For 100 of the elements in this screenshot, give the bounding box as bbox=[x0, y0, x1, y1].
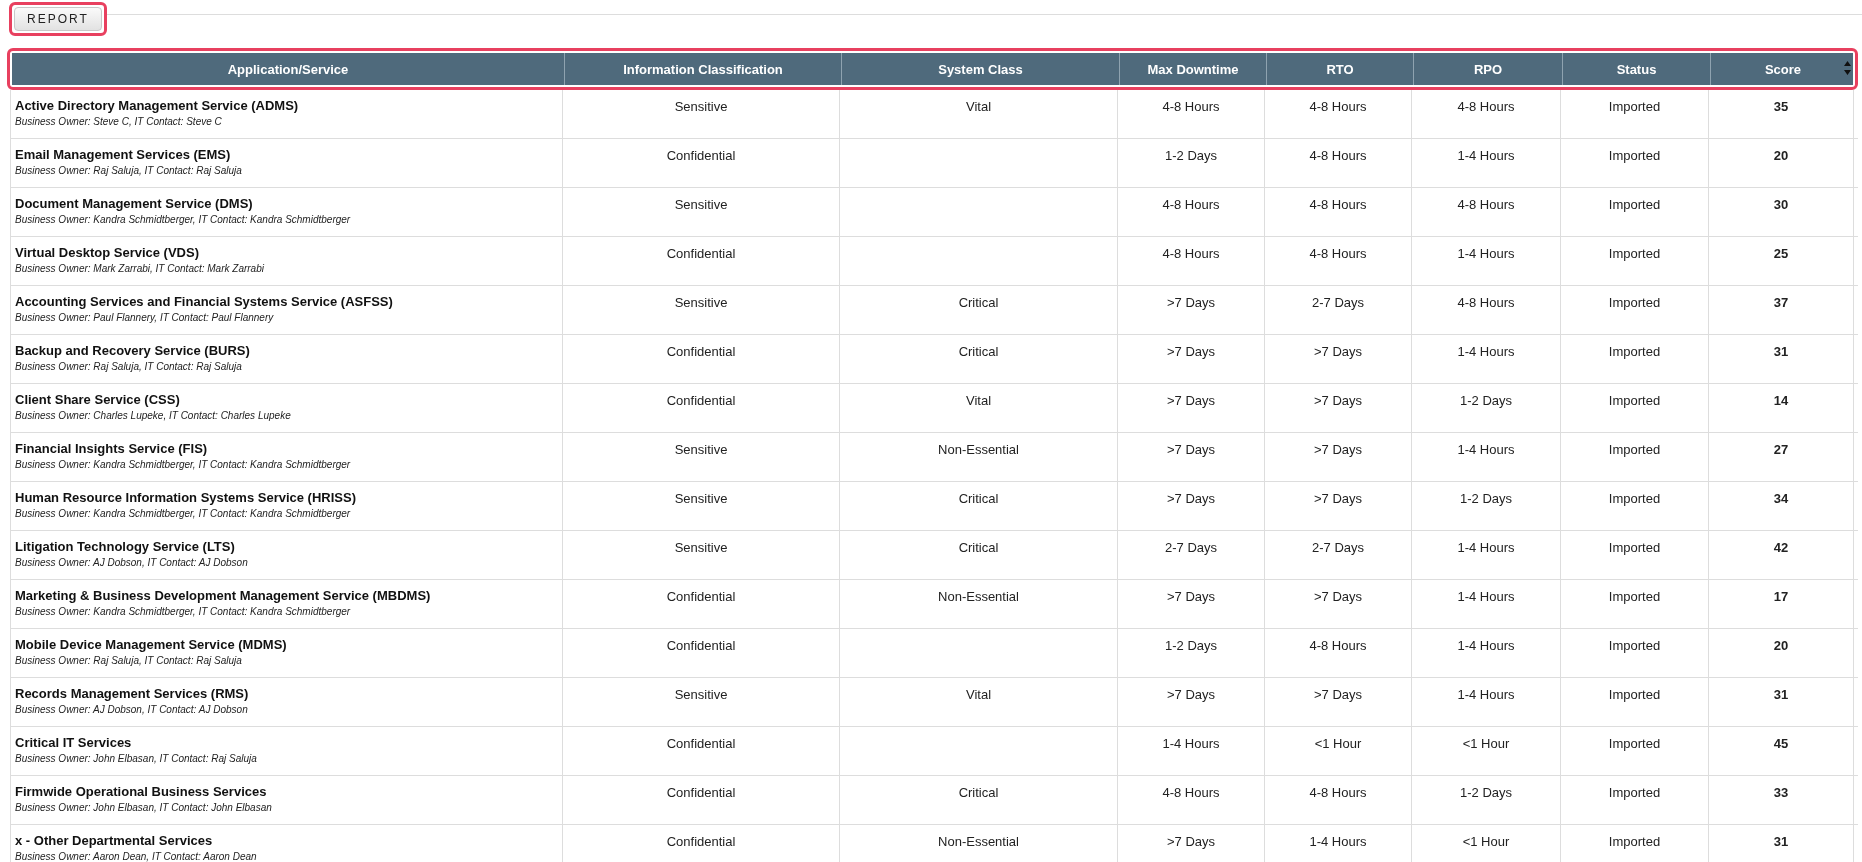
table-cell: Imported bbox=[1608, 687, 1661, 702]
table-cell: 4-8 Hours bbox=[1309, 638, 1367, 653]
table-cell: Confidential bbox=[666, 246, 736, 261]
table-cell: 4-8 Hours bbox=[1309, 197, 1367, 212]
table-cell: 1-2 Days bbox=[1460, 785, 1512, 800]
table-cell: Critical bbox=[958, 295, 999, 310]
score-cell: 14 bbox=[1773, 393, 1789, 408]
table-cell: >7 Days bbox=[1166, 834, 1216, 849]
service-name: Financial Insights Service (FIS) bbox=[15, 441, 208, 456]
column-header[interactable]: System Class bbox=[841, 53, 1119, 85]
score-cell: 42 bbox=[1773, 540, 1789, 555]
table-cell: Vital bbox=[965, 99, 992, 114]
table-cell: >7 Days bbox=[1313, 442, 1363, 457]
column-header[interactable]: Status bbox=[1562, 53, 1710, 85]
table-cell: >7 Days bbox=[1166, 687, 1216, 702]
table-cell: Sensitive bbox=[674, 197, 728, 212]
table-cell: >7 Days bbox=[1166, 589, 1216, 604]
column-header[interactable]: Information Classification bbox=[564, 53, 841, 85]
table-cell: Sensitive bbox=[674, 687, 728, 702]
column-header[interactable]: Max Downtime bbox=[1119, 53, 1266, 85]
table-cell: <1 Hour bbox=[1462, 736, 1510, 751]
owner-text: Business Owner: Kandra Schmidtberger, IT Contact: Kandra Schmidtberger bbox=[15, 214, 351, 225]
table-cell: Imported bbox=[1608, 589, 1661, 604]
table-cell: >7 Days bbox=[1166, 491, 1216, 506]
table-cell: Confidential bbox=[666, 638, 736, 653]
table-cell: Confidential bbox=[666, 736, 736, 751]
table-cell: 1-2 Days bbox=[1165, 638, 1217, 653]
service-name: Virtual Desktop Service (VDS) bbox=[15, 245, 199, 260]
table-cell: 1-4 Hours bbox=[1457, 589, 1515, 604]
service-name: Email Management Services (EMS) bbox=[15, 147, 231, 162]
table-cell: >7 Days bbox=[1166, 393, 1216, 408]
column-header[interactable]: Score bbox=[1710, 53, 1855, 85]
table-cell: 4-8 Hours bbox=[1309, 246, 1367, 261]
table-cell: Imported bbox=[1608, 785, 1661, 800]
owner-text: Business Owner: AJ Dobson, IT Contact: AJ Dobson bbox=[15, 557, 248, 568]
table-cell: Imported bbox=[1608, 344, 1661, 359]
table-cell: 1-4 Hours bbox=[1457, 687, 1515, 702]
score-cell: 25 bbox=[1773, 246, 1789, 261]
table-cell: Imported bbox=[1608, 736, 1661, 751]
table-cell: 1-2 Days bbox=[1165, 148, 1217, 163]
table-cell: >7 Days bbox=[1313, 344, 1363, 359]
owner-text: Business Owner: Raj Saluja, IT Contact: Raj Saluja bbox=[15, 361, 242, 372]
report-button[interactable]: REPORT bbox=[14, 7, 102, 31]
sort-icon bbox=[1844, 61, 1851, 75]
table-cell: Vital bbox=[965, 393, 992, 408]
table-cell: Imported bbox=[1608, 148, 1661, 163]
service-name: Marketing & Business Development Management Service (MBDMS) bbox=[15, 588, 431, 603]
service-name: Accounting Services and Financial Systems Service (ASFSS) bbox=[15, 294, 393, 309]
owner-text: Business Owner: Mark Zarrabi, IT Contact: Mark Zarrabi bbox=[15, 263, 264, 274]
owner-text: Business Owner: John Elbasan, IT Contact: Raj Saluja bbox=[15, 753, 257, 764]
score-cell: 34 bbox=[1773, 491, 1789, 506]
owner-text: Business Owner: Steve C, IT Contact: Steve C bbox=[15, 116, 222, 127]
table-cell: Imported bbox=[1608, 295, 1661, 310]
table-cell: <1 Hour bbox=[1314, 736, 1362, 751]
table-cell: 4-8 Hours bbox=[1162, 197, 1220, 212]
table-cell: 2-7 Days bbox=[1312, 295, 1364, 310]
table-cell: 2-7 Days bbox=[1165, 540, 1217, 555]
score-cell: 31 bbox=[1773, 687, 1789, 702]
score-cell: 33 bbox=[1773, 785, 1789, 800]
table-cell: 4-8 Hours bbox=[1162, 246, 1220, 261]
column-header[interactable]: RTO bbox=[1266, 53, 1413, 85]
table-cell: 4-8 Hours bbox=[1162, 99, 1220, 114]
table-cell: Non-Essential bbox=[938, 589, 1019, 604]
table-cell: Confidential bbox=[666, 785, 736, 800]
table-cell: 4-8 Hours bbox=[1309, 785, 1367, 800]
owner-text: Business Owner: Raj Saluja, IT Contact: Raj Saluja bbox=[15, 655, 242, 666]
table-cell: <1 Hour bbox=[1462, 834, 1510, 849]
table-cell: >7 Days bbox=[1313, 393, 1363, 408]
service-name: Active Directory Management Service (ADMS) bbox=[15, 98, 299, 113]
table-cell: Imported bbox=[1608, 197, 1661, 212]
table-cell: Critical bbox=[958, 540, 999, 555]
table-cell: 1-4 Hours bbox=[1457, 344, 1515, 359]
table-cell: 1-2 Days bbox=[1460, 393, 1512, 408]
table-cell: Sensitive bbox=[674, 540, 728, 555]
table-cell: Confidential bbox=[666, 393, 736, 408]
table-cell: 4-8 Hours bbox=[1309, 148, 1367, 163]
table-cell: Non-Essential bbox=[938, 442, 1019, 457]
column-header[interactable]: Application/Service bbox=[12, 53, 564, 85]
owner-text: Business Owner: Raj Saluja, IT Contact: Raj Saluja bbox=[15, 165, 242, 176]
score-cell: 31 bbox=[1773, 834, 1789, 849]
table-cell: 1-4 Hours bbox=[1457, 540, 1515, 555]
table-cell: Imported bbox=[1608, 393, 1661, 408]
table-cell: 4-8 Hours bbox=[1457, 197, 1515, 212]
table-cell: Non-Essential bbox=[938, 834, 1019, 849]
owner-text: Business Owner: Kandra Schmidtberger, IT Contact: Kandra Schmidtberger bbox=[15, 459, 351, 470]
table-cell: Imported bbox=[1608, 442, 1661, 457]
score-cell: 31 bbox=[1773, 344, 1789, 359]
table-cell: Imported bbox=[1608, 834, 1661, 849]
column-header[interactable]: RPO bbox=[1413, 53, 1562, 85]
service-name: Mobile Device Management Service (MDMS) bbox=[15, 637, 287, 652]
score-cell: 37 bbox=[1773, 295, 1789, 310]
table-cell: 4-8 Hours bbox=[1457, 99, 1515, 114]
table-cell: 1-4 Hours bbox=[1309, 834, 1367, 849]
owner-text: Business Owner: Charles Lupeke, IT Contact: Charles Lupeke bbox=[15, 410, 291, 421]
table-cell: 4-8 Hours bbox=[1309, 99, 1367, 114]
owner-text: Business Owner: AJ Dobson, IT Contact: AJ Dobson bbox=[15, 704, 248, 715]
service-name: Firmwide Operational Business Services bbox=[15, 784, 267, 799]
table-cell: 2-7 Days bbox=[1312, 540, 1364, 555]
service-name: Records Management Services (RMS) bbox=[15, 686, 249, 701]
table-cell: 1-4 Hours bbox=[1457, 442, 1515, 457]
